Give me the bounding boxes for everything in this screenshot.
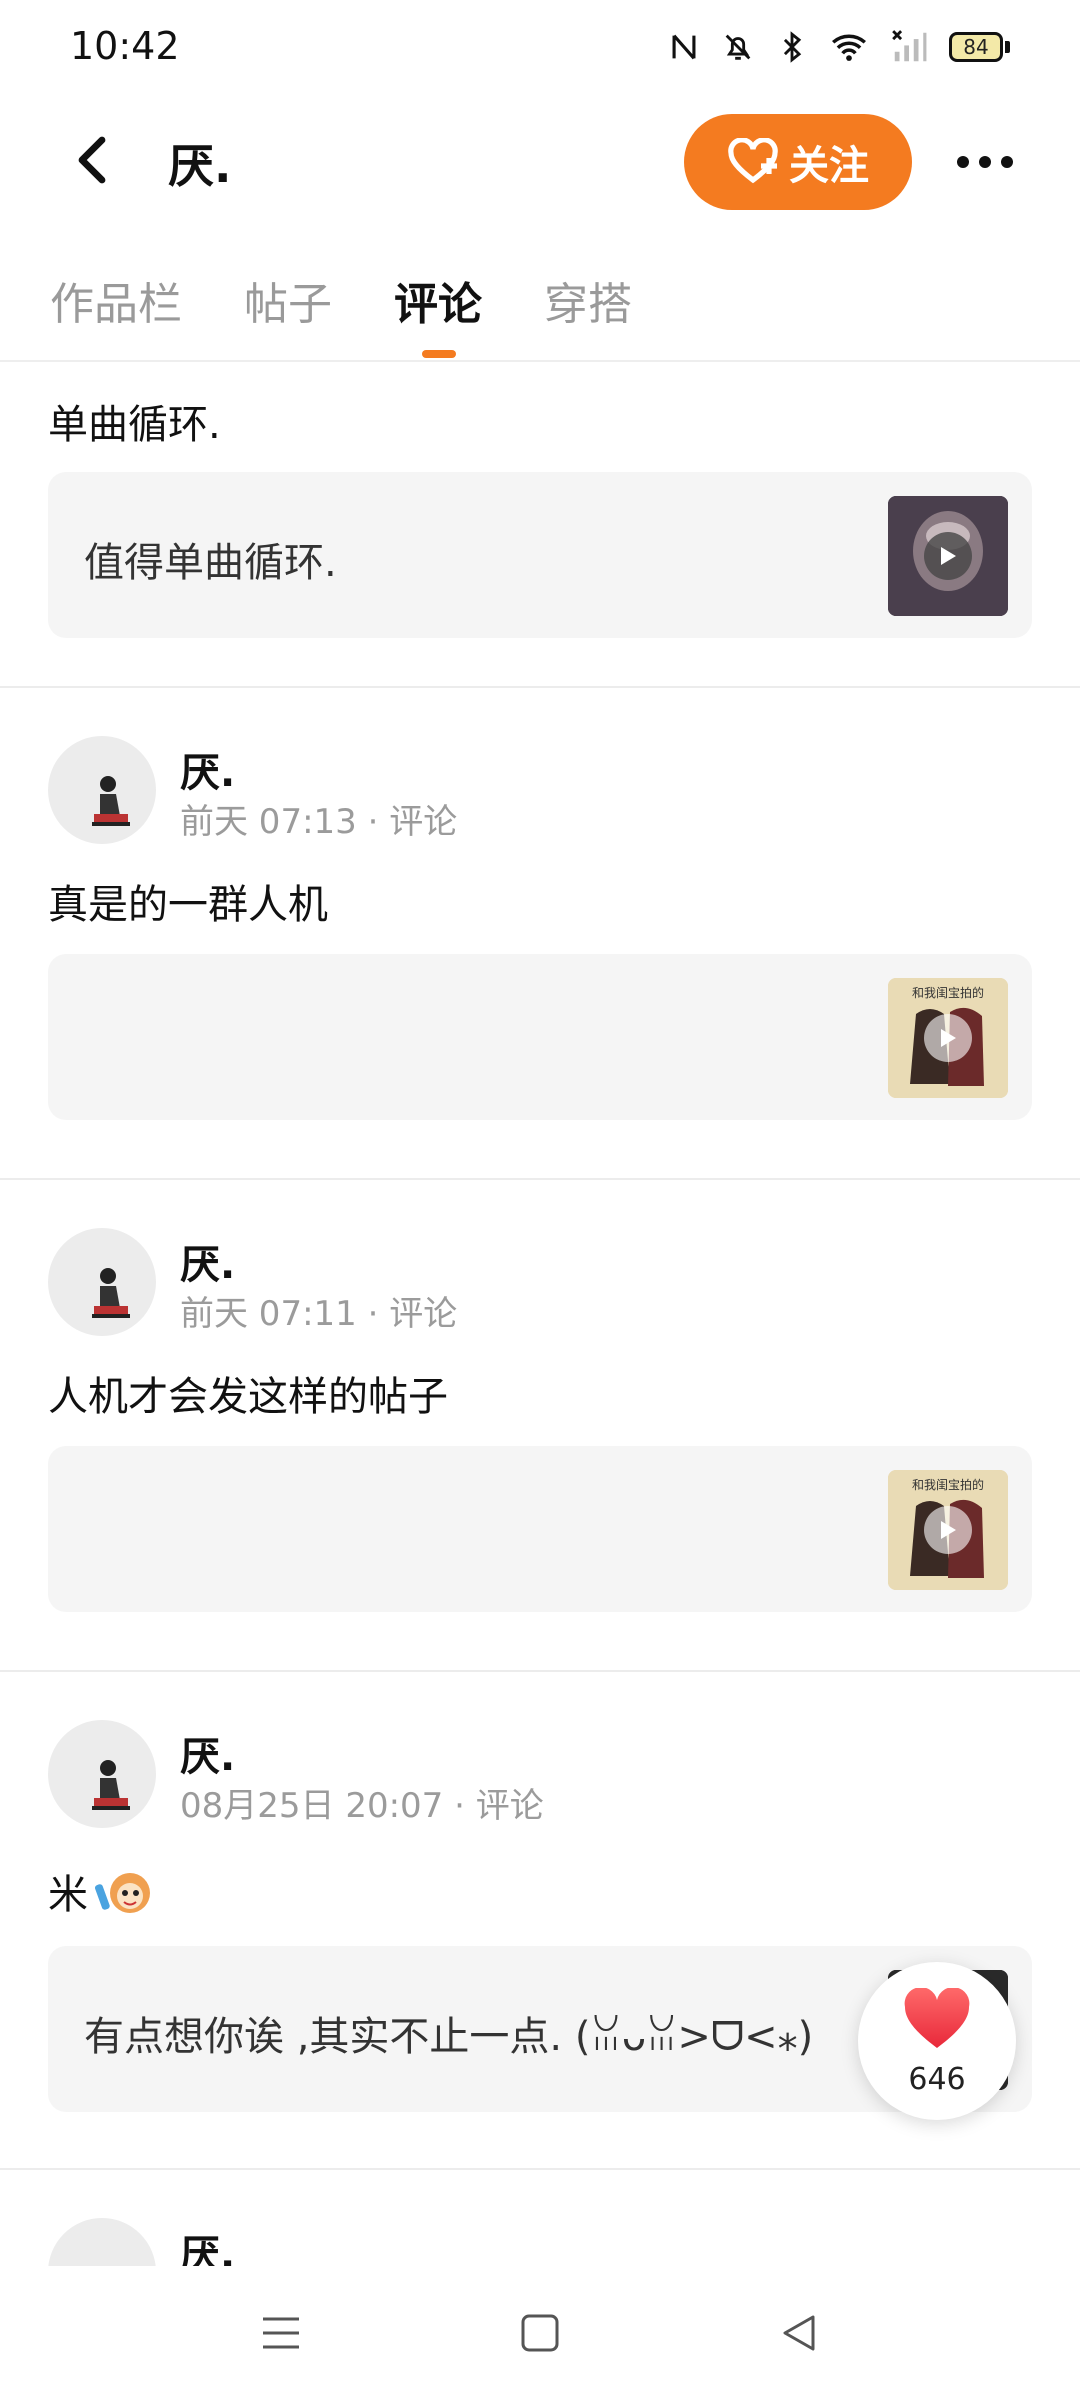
status-bar: 10:42 84	[0, 0, 1080, 96]
comment-text: 真是的一群人机	[48, 882, 328, 928]
back-button[interactable]	[62, 130, 122, 190]
system-nav-bar	[0, 2268, 1080, 2400]
comment-meta: 前天 07:11 · 评论	[180, 1294, 458, 1334]
comment-text: 单曲循环.	[48, 402, 221, 448]
tab-indicator	[422, 350, 456, 358]
comment-type: 评论	[389, 1294, 458, 1334]
tab-works[interactable]: 作品栏	[50, 268, 182, 332]
tab-bar: 作品栏 帖子 评论 穿搭	[0, 250, 1080, 362]
tab-outfits[interactable]: 穿搭	[544, 268, 632, 332]
comment-type: 评论	[389, 802, 458, 842]
like-button[interactable]: 646	[858, 1962, 1016, 2120]
comment-meta: 前天 07:13 · 评论	[180, 802, 458, 842]
home-button[interactable]	[515, 2308, 565, 2358]
comment-text: 人机才会发这样的帖子	[48, 1374, 448, 1420]
heart-plus-icon	[728, 138, 778, 184]
chevron-left-icon	[78, 136, 106, 184]
referenced-post-card[interactable]: 和我闺宝拍的	[48, 954, 1032, 1120]
signal-icon	[892, 30, 927, 62]
comment-item: 单曲循环. 值得单曲循环.	[0, 362, 1080, 686]
referenced-post-card[interactable]: 和我闺宝拍的	[48, 1446, 1032, 1612]
tab-posts[interactable]: 帖子	[244, 268, 332, 332]
referenced-post-card[interactable]: 值得单曲循环.	[48, 472, 1032, 638]
battery-level: 84	[949, 32, 1003, 62]
bell-muted-icon	[725, 34, 751, 60]
follow-label: 关注	[789, 143, 869, 189]
bluetooth-icon	[783, 31, 802, 63]
comment-item: 厌.	[0, 2170, 1080, 2266]
avatar[interactable]	[48, 1720, 156, 1828]
like-count: 646	[908, 2062, 966, 2097]
username[interactable]: 厌.	[180, 1724, 235, 1782]
card-text: 值得单曲循环.	[84, 540, 337, 586]
status-icons: 84	[667, 28, 1010, 66]
username[interactable]: 厌.	[180, 1232, 235, 1290]
play-icon	[924, 1506, 972, 1554]
comment-text-content: 米	[48, 1872, 88, 1918]
video-thumbnail[interactable]	[888, 496, 1008, 616]
heart-icon	[904, 1988, 970, 2048]
comment-item: 厌. 前天 07:13 · 评论 真是的一群人机 和我闺宝拍的	[0, 688, 1080, 1178]
comment-time: 前天 07:11	[180, 1294, 357, 1334]
thumbnail-caption: 和我闺宝拍的	[911, 986, 984, 1000]
username[interactable]: 厌.	[180, 2222, 235, 2266]
thumbnail-caption: 和我闺宝拍的	[911, 1478, 984, 1492]
follow-button[interactable]: 关注	[684, 114, 912, 210]
comment-meta: 08月25日 20:07 · 评论	[180, 1786, 544, 1826]
tab-comments[interactable]: 评论	[394, 268, 482, 332]
card-text: 有点想你诶 ,其实不止一点. (ꈍᴗꈍ>ᗜ<⁎)	[84, 2014, 814, 2060]
comment-text: 米	[48, 1862, 162, 1920]
comment-time: 前天 07:13	[180, 802, 357, 842]
profile-header: 厌. 关注	[0, 110, 1080, 220]
cartoon-emoji-icon	[94, 1873, 150, 1913]
comment-item: 厌. 前天 07:11 · 评论 人机才会发这样的帖子 和我闺宝拍的	[0, 1180, 1080, 1670]
play-icon	[924, 1014, 972, 1062]
video-thumbnail[interactable]: 和我闺宝拍的	[888, 1470, 1008, 1590]
avatar[interactable]	[48, 1228, 156, 1336]
more-dots-icon	[957, 156, 1013, 168]
page-title: 厌.	[168, 139, 232, 193]
avatar[interactable]	[48, 736, 156, 844]
battery-icon: 84	[949, 32, 1010, 62]
play-icon	[924, 532, 972, 580]
back-nav-button[interactable]	[774, 2308, 824, 2358]
avatar[interactable]	[48, 2218, 156, 2266]
menu-icon	[263, 2317, 299, 2349]
wifi-icon	[832, 34, 866, 61]
more-button[interactable]	[950, 134, 1020, 190]
comment-type: 评论	[475, 1786, 544, 1826]
nfc-icon	[672, 34, 696, 60]
menu-button[interactable]	[256, 2308, 306, 2358]
username[interactable]: 厌.	[180, 740, 235, 798]
home-square-icon	[521, 2314, 559, 2352]
video-thumbnail[interactable]: 和我闺宝拍的	[888, 978, 1008, 1098]
comment-time: 08月25日 20:07	[180, 1786, 444, 1826]
back-triangle-icon	[783, 2315, 815, 2351]
status-time: 10:42	[70, 24, 180, 68]
